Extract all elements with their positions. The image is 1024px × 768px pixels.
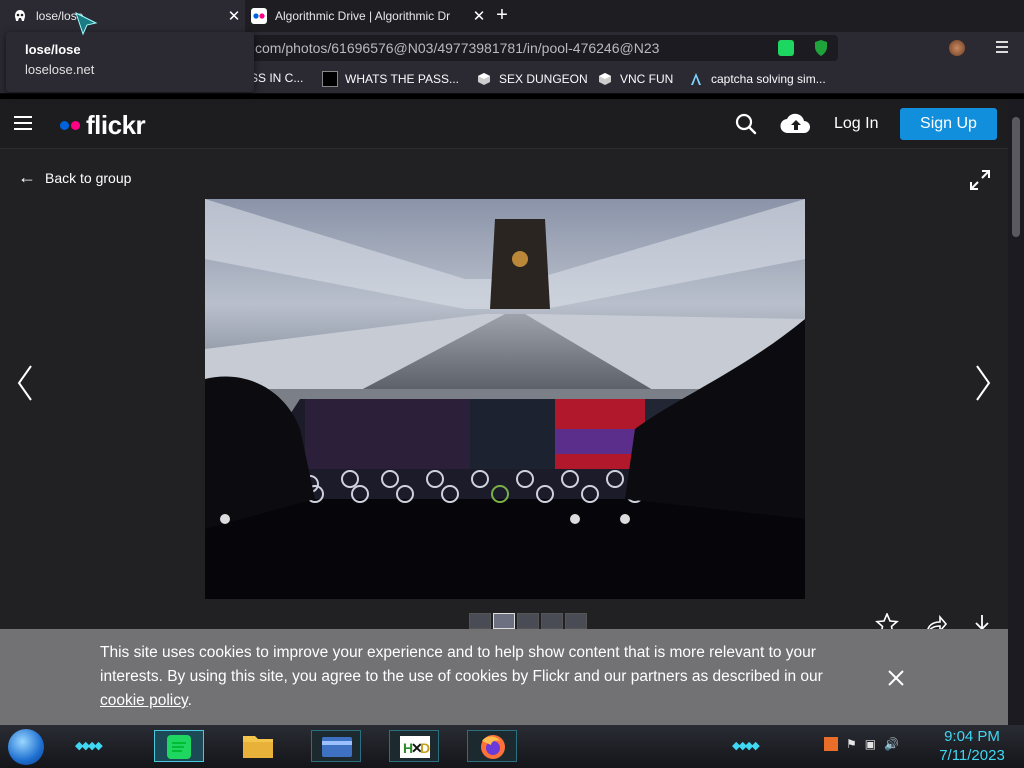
flickr-page: flickr Log In Sign Up ← Back to group Th… [0, 99, 1008, 725]
start-button[interactable] [8, 729, 44, 765]
address-bar[interactable]: com/photos/61696576@N03/49773981781/in/p… [240, 35, 838, 61]
close-tab-icon[interactable]: ✕ [468, 7, 490, 25]
tab-bar: lose/lose ✕ Algorithmic Drive | Algorith… [0, 0, 1024, 32]
cookie-suffix: . [187, 692, 192, 709]
back-to-group-link[interactable]: ← Back to group [18, 167, 131, 188]
shield-icon[interactable] [813, 39, 829, 62]
thumbnail[interactable] [565, 613, 587, 629]
cookie-policy-link[interactable]: cookie policy [100, 692, 188, 709]
bookmark-item[interactable]: VNC FUN [597, 71, 673, 87]
bookmark-icon [322, 71, 338, 87]
spotify-icon[interactable] [154, 730, 204, 762]
bookmark-item[interactable]: WHATS THE PASS... [322, 71, 459, 87]
firefox-icon[interactable] [467, 730, 517, 762]
tooltip-title: lose/lose [25, 42, 81, 57]
tab-tooltip: lose/lose loselose.net [6, 32, 254, 92]
thumbnail[interactable] [517, 613, 539, 629]
hamburger-menu-icon[interactable] [14, 116, 32, 130]
avatar[interactable] [949, 40, 965, 56]
photo-thumbnails [469, 613, 587, 629]
tab-title: lose/lose [36, 9, 84, 23]
flickr-logo[interactable]: flickr [60, 110, 146, 141]
tab-title: Algorithmic Drive | Algorithmic Dr [275, 9, 451, 23]
photo-scene [205, 199, 805, 599]
cube-icon [476, 71, 492, 87]
cookie-banner: This site uses cookies to improve your e… [0, 629, 1008, 725]
tab-flickr[interactable]: Algorithmic Drive | Algorithmic Dr ✕ [245, 0, 490, 32]
tooltip-url: loselose.net [25, 62, 95, 77]
new-tab-button[interactable]: + [492, 5, 512, 26]
arrow-left-icon: ← [18, 167, 36, 187]
bookmark-label: SEX DUNGEON [499, 72, 588, 86]
logo-wordmark: flickr [86, 110, 146, 140]
upload-cloud-icon[interactable] [780, 112, 812, 139]
close-icon[interactable] [887, 669, 905, 695]
reader-icon[interactable] [778, 40, 794, 56]
bookmark-label: VNC FUN [620, 72, 674, 86]
cookie-message: This site uses cookies to improve your e… [100, 644, 823, 685]
hxd-icon[interactable]: H ✕ D [389, 730, 439, 762]
flickr-icon [251, 8, 267, 24]
office-icon[interactable] [824, 737, 838, 751]
main-photo[interactable] [205, 199, 805, 599]
scrollbar-thumb[interactable] [1012, 117, 1020, 237]
taskbar: ◆◆◆◆ H ✕ D ◆◆◆◆ ⚑ ▣ 🔊 9:04 PM 7/11/2023 [0, 725, 1024, 768]
cube-icon [597, 71, 613, 87]
thumbnail[interactable] [469, 613, 491, 629]
bookmark-label: WHATS THE PASS... [345, 72, 460, 86]
card-icon[interactable] [311, 730, 361, 762]
logo-dot-pink [71, 121, 80, 130]
clock-date: 7/11/2023 [939, 747, 1005, 764]
thumbnail[interactable] [541, 613, 563, 629]
flag-icon[interactable]: ⚑ [846, 737, 857, 751]
cookie-text: This site uses cookies to improve your e… [100, 641, 850, 713]
next-photo-icon[interactable] [974, 364, 992, 402]
alien-icon [12, 8, 28, 24]
volume-icon[interactable]: 🔊 [884, 737, 899, 751]
url-text: com/photos/61696576@N03/49773981781/in/p… [255, 40, 660, 56]
network-icon[interactable]: ▣ [865, 737, 876, 751]
page-scrollbar[interactable] [1008, 99, 1024, 725]
search-icon[interactable] [735, 113, 757, 140]
bookmark-item[interactable]: SS IN C... [250, 71, 303, 85]
login-link[interactable]: Log In [834, 115, 878, 133]
chevron-decoration-icon: ◆◆◆◆ [75, 740, 103, 752]
back-label: Back to group [45, 169, 132, 186]
chevron-decoration-icon: ◆◆◆◆ [732, 740, 760, 752]
bookmark-item[interactable]: SEX DUNGEON [476, 71, 588, 87]
thumbnail[interactable] [493, 613, 515, 629]
signup-button[interactable]: Sign Up [900, 108, 997, 140]
expand-icon[interactable] [969, 169, 991, 196]
menu-icon[interactable] [996, 41, 1008, 53]
system-tray: ⚑ ▣ 🔊 [824, 737, 899, 751]
cursor-icon [75, 12, 98, 36]
previous-photo-icon[interactable] [16, 364, 34, 402]
bookmark-label: captcha solving sim... [711, 72, 826, 86]
logo-dot-blue [60, 121, 69, 130]
bookmark-item[interactable]: captcha solving sim... [688, 71, 826, 87]
tab-lose-lose[interactable]: lose/lose ✕ [0, 0, 245, 32]
close-tab-icon[interactable]: ✕ [223, 7, 245, 25]
file-explorer-icon[interactable] [233, 730, 283, 762]
clock-time: 9:04 PM [944, 728, 1000, 745]
svg-text:D: D [420, 740, 430, 756]
bookmark-label: SS IN C... [250, 71, 304, 85]
flickr-header: flickr Log In Sign Up [0, 99, 1008, 149]
a-logo-icon [688, 71, 704, 87]
clock[interactable]: 9:04 PM 7/11/2023 [930, 727, 1014, 765]
